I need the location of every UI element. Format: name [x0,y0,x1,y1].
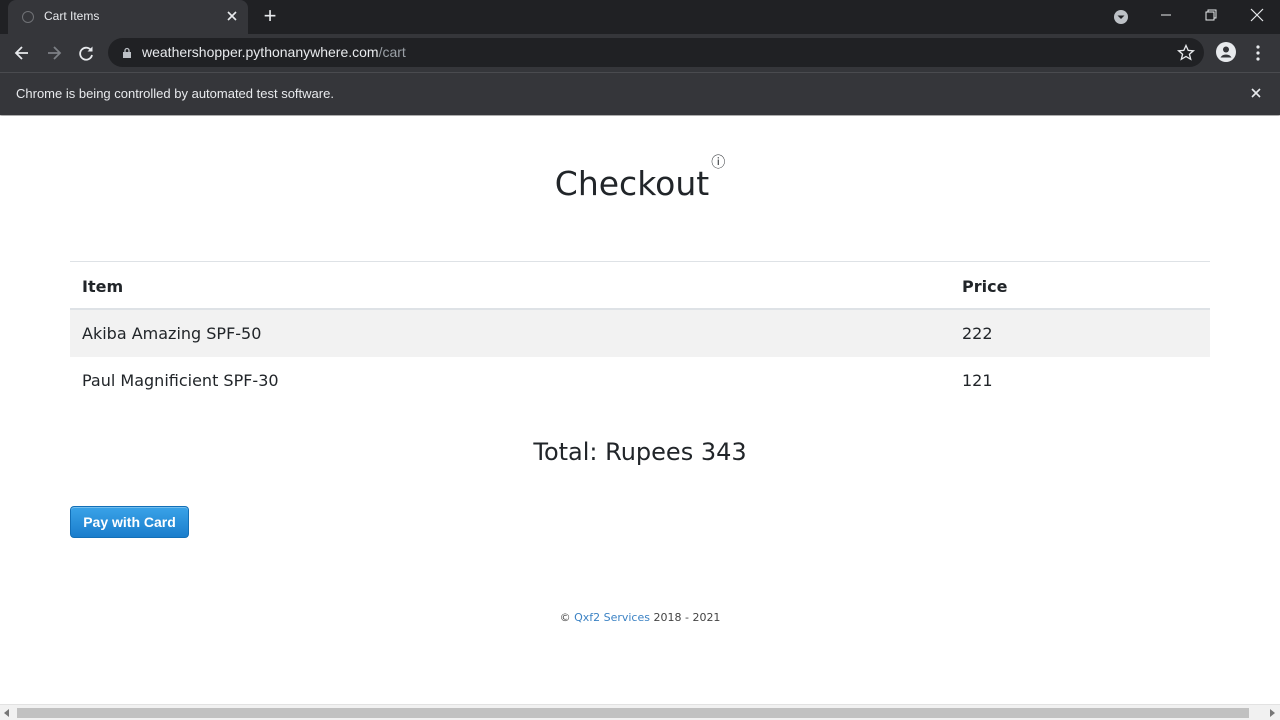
table-row: Akiba Amazing SPF-50 222 [70,310,1210,357]
window-close-icon[interactable] [1247,6,1267,26]
globe-icon [22,11,34,23]
back-icon[interactable] [11,42,33,64]
copyright-years: 2018 - 2021 [653,611,721,624]
table-row: Paul Magnificient SPF-30 121 [70,357,1210,404]
minimize-icon[interactable] [1156,6,1176,26]
scroll-right-icon[interactable] [1270,709,1275,717]
header-item: Item [82,277,124,296]
company-link[interactable]: Qxf2 Services [574,611,650,624]
horizontal-scrollbar[interactable] [0,704,1280,720]
restore-icon[interactable] [1201,6,1221,26]
tab-search-icon[interactable] [1111,6,1131,26]
cart-table: Item Price Akiba Amazing SPF-50 222 Paul… [70,261,1210,404]
page-title: Checkoutⓘ [0,155,1280,203]
profile-icon[interactable] [1216,42,1236,62]
page-title-text: Checkout [554,164,710,203]
copyright-symbol: © [559,611,571,624]
item-price: 222 [962,324,993,343]
star-icon[interactable] [1176,43,1196,63]
item-name: Akiba Amazing SPF-50 [82,324,262,343]
page-content: Checkoutⓘ Item Price Akiba Amazing SPF-5… [0,116,1280,704]
automation-infobar: Chrome is being controlled by automated … [0,72,1280,115]
infobar-close-icon[interactable] [1248,85,1264,101]
reload-icon[interactable] [75,42,97,64]
total-amount: Total: Rupees 343 [533,438,747,466]
address-bar[interactable]: weathershopper.pythonanywhere.com/cart [108,38,1204,67]
header-price: Price [962,277,1008,296]
url-host: weathershopper.pythonanywhere.com [142,44,379,60]
tab-title: Cart Items [44,9,100,23]
item-price: 121 [962,371,993,390]
new-tab-button[interactable]: + [260,5,280,28]
lock-icon[interactable] [122,47,132,58]
url-path: /cart [378,44,406,60]
pay-with-card-button[interactable]: Pay with Card [70,506,189,538]
table-header-row: Item Price [70,262,1210,310]
infobar-text: Chrome is being controlled by automated … [16,86,334,101]
menu-icon[interactable] [1250,44,1266,62]
tab-close-icon[interactable] [224,8,240,24]
footer: © Qxf2 Services 2018 - 2021 [0,611,1280,624]
browser-tab[interactable]: Cart Items [8,0,248,34]
forward-icon[interactable] [43,42,65,64]
browser-toolbar: weathershopper.pythonanywhere.com/cart [0,34,1280,72]
url-text[interactable]: weathershopper.pythonanywhere.com/cart [142,44,406,60]
scroll-left-icon[interactable] [4,709,9,717]
item-name: Paul Magnificient SPF-30 [82,371,279,390]
info-icon[interactable]: ⓘ [711,155,725,171]
scrollbar-thumb[interactable] [17,708,1249,718]
tab-strip: Cart Items + [0,0,1280,34]
